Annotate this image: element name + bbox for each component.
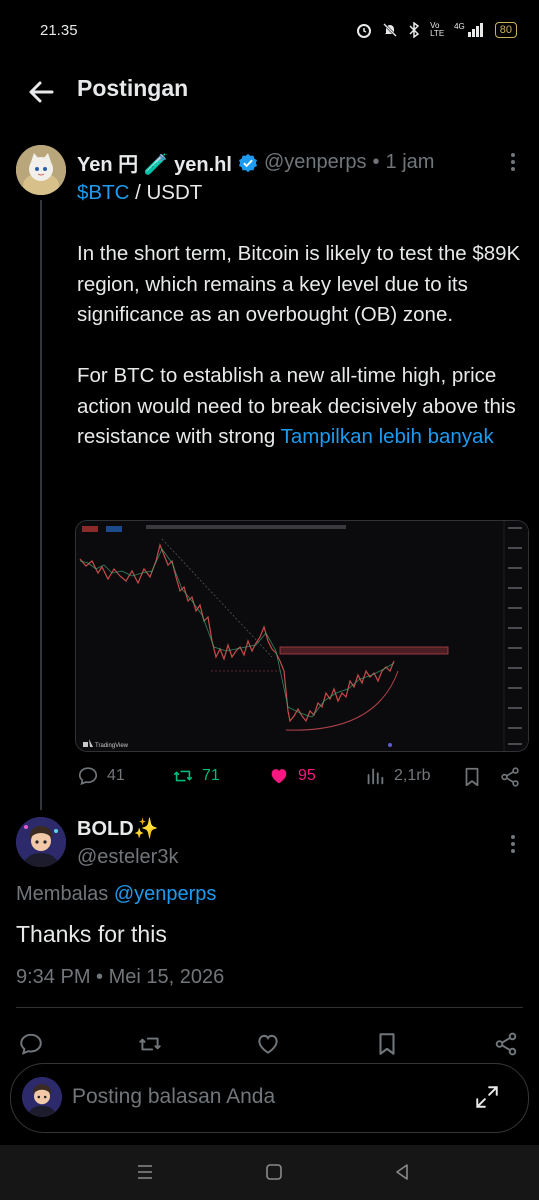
replying-to-line: Membalas @yenperps [16,883,216,906]
dot-separator: • [372,151,380,173]
mute-icon [383,23,397,37]
reply-text: Thanks for this [16,921,167,947]
heart-icon [271,769,287,784]
signal-icon [467,23,483,37]
status-time: 21.35 [40,22,78,39]
author-name[interactable]: Yen 円 🧪 yen.hl [77,148,232,177]
bookmark-icon[interactable] [461,766,483,788]
cashtag-link[interactable]: $BTC [77,181,129,204]
comment-icon[interactable] [18,1031,44,1057]
status-bar: 21.35 Vo LTE 4G 80 [0,0,539,60]
bookmark-icon[interactable] [374,1031,400,1057]
pair-line: $BTC / USDT [77,178,527,209]
thread-connector [40,200,42,810]
repost-count: 71 [202,767,220,784]
share-icon[interactable] [499,766,521,788]
expand-icon[interactable] [474,1084,500,1110]
volte-label: Vo LTE [430,21,445,38]
chart-sell-box [82,526,98,532]
like-button[interactable]: 95 [268,765,316,787]
views-button[interactable]: 2,1rb [364,765,430,787]
battery-indicator: 80 [494,22,517,38]
repost-button[interactable]: 71 [172,765,220,787]
post-paragraph-2: For BTC to establish a new all-time high… [77,361,527,453]
avatar[interactable] [16,817,66,867]
post-body: $BTC / USDT In the short term, Bitcoin i… [77,178,527,453]
anime-avatar-icon [16,817,66,867]
repost-icon [173,770,193,782]
author-handle[interactable]: @yenperps [264,151,367,174]
anime-avatar-icon [22,1077,62,1117]
view-count: 2,1rb [394,767,431,784]
bar-chart-icon [367,768,384,785]
recent-apps-icon[interactable] [133,1160,157,1184]
heart-icon[interactable] [255,1031,281,1057]
back-nav-icon[interactable] [390,1160,414,1184]
arrow-left-icon[interactable] [26,77,56,107]
post-header: Yen 円 🧪 yen.hl @yenperps • 1 jam [77,148,434,177]
verified-badge-icon [238,153,257,172]
more-vertical-icon[interactable] [505,150,521,174]
reply-timestamp: 9:34 PM • Mei 15, 2026 [16,966,225,988]
post-chart-image[interactable]: TradingView [75,520,529,752]
avatar[interactable] [16,145,66,195]
more-vertical-icon[interactable] [505,832,521,856]
replying-to-link[interactable]: @yenperps [114,883,217,905]
pair-suffix: / USDT [129,181,203,204]
share-icon[interactable] [493,1031,519,1057]
cat-avatar-icon [16,145,66,195]
home-icon[interactable] [262,1160,286,1184]
chart-buy-box [106,526,122,532]
reply-author-name[interactable]: BOLD✨ [77,816,159,841]
page-title: Postingan [77,75,189,101]
bluetooth-icon [409,22,420,38]
avatar [22,1077,62,1117]
reply-input-placeholder[interactable]: Posting balasan Anda [72,1085,275,1109]
reply-button[interactable]: 41 [77,765,125,787]
status-icons: Vo LTE 4G 80 [356,20,517,40]
network-type: 4G [454,21,465,31]
post-time: 1 jam [385,151,435,173]
resistance-zone [279,646,449,655]
repost-icon[interactable] [137,1031,163,1057]
divider [16,1007,523,1008]
post-paragraph-1: In the short term, Bitcoin is likely to … [77,242,521,326]
reply-author-handle[interactable]: @esteler3k [77,846,178,869]
reply-count: 41 [107,767,125,784]
chart-brand: TradingView [95,743,129,749]
replying-prefix: Membalas [16,883,114,905]
like-count: 95 [298,767,316,784]
chart-info-bar [146,525,346,529]
comment-icon [78,767,98,786]
btc-chart-graphic: TradingView [76,521,528,751]
alarm-icon [357,24,372,38]
show-more-link[interactable]: Tampilkan lebih banyak [281,425,494,448]
